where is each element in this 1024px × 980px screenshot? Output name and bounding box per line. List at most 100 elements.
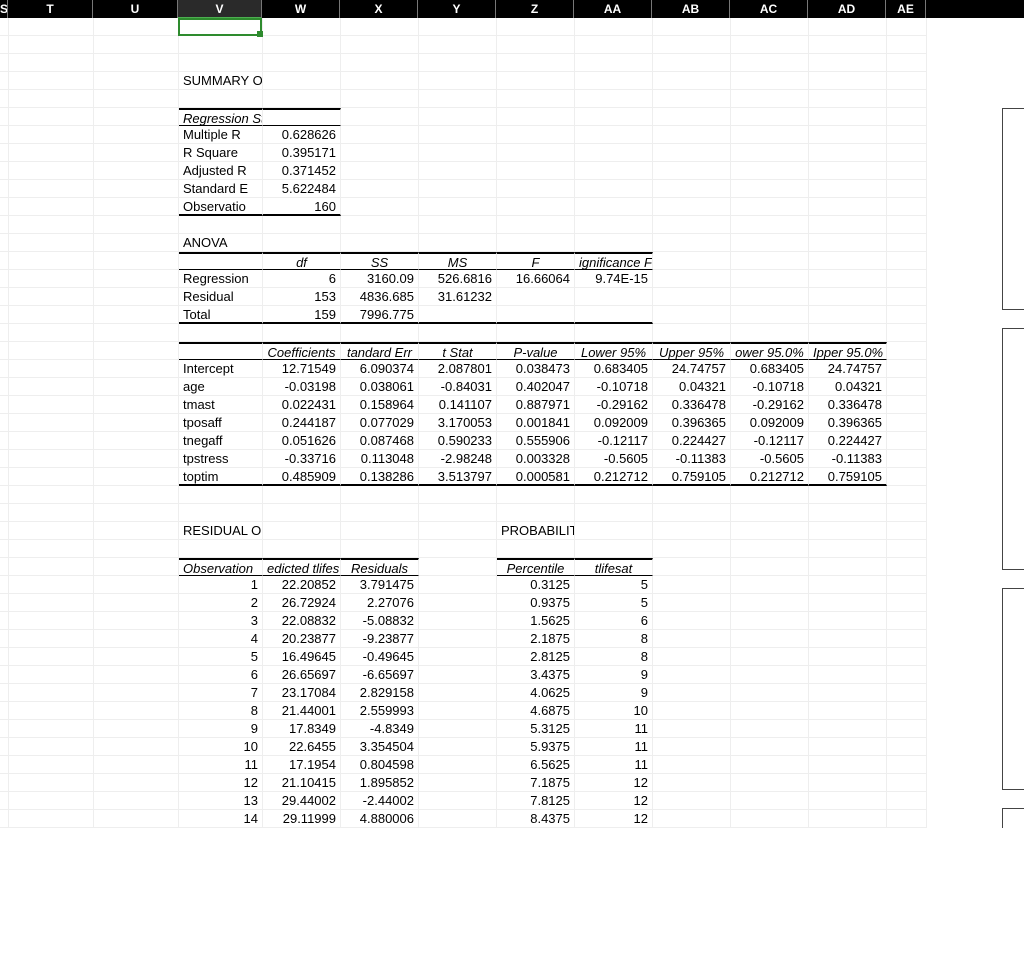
cell-x[interactable] xyxy=(341,486,419,504)
cell-ac[interactable] xyxy=(731,306,809,324)
cell-ae[interactable] xyxy=(887,432,927,450)
cell-ae[interactable] xyxy=(887,792,927,810)
stat-value[interactable]: 0.395171 xyxy=(263,144,341,162)
cell-z[interactable] xyxy=(497,54,575,72)
cell-ae[interactable] xyxy=(887,594,927,612)
coef-name[interactable]: age xyxy=(179,378,263,396)
cell-y[interactable] xyxy=(419,198,497,216)
cell-ac[interactable] xyxy=(731,234,809,252)
cell-ae[interactable] xyxy=(887,774,927,792)
resid-pred[interactable]: 26.65697 xyxy=(263,666,341,684)
cell-ad[interactable] xyxy=(809,486,887,504)
resid-resid[interactable]: -9.23877 xyxy=(341,630,419,648)
cell-aa[interactable] xyxy=(575,90,653,108)
cell-s[interactable] xyxy=(0,522,9,540)
cell-s[interactable] xyxy=(0,648,9,666)
cell-u[interactable] xyxy=(94,18,179,36)
cell-t[interactable] xyxy=(9,270,94,288)
cell-aa[interactable] xyxy=(575,522,653,540)
cell-ac[interactable] xyxy=(731,558,809,576)
resid-resid[interactable]: 3.354504 xyxy=(341,738,419,756)
cell-x[interactable] xyxy=(341,216,419,234)
resid-pred[interactable]: 26.72924 xyxy=(263,594,341,612)
coef-l95b[interactable]: -0.5605 xyxy=(731,450,809,468)
cell-ac[interactable] xyxy=(731,666,809,684)
resid-pred[interactable]: 16.49645 xyxy=(263,648,341,666)
prob-tlifesat[interactable]: 9 xyxy=(575,684,653,702)
cell-t[interactable] xyxy=(9,684,94,702)
cell-aa[interactable] xyxy=(575,324,653,342)
cell-t[interactable] xyxy=(9,162,94,180)
col-u[interactable]: U xyxy=(93,0,178,18)
cell-z[interactable] xyxy=(497,72,575,90)
resid-obs[interactable]: 12 xyxy=(179,774,263,792)
col-w[interactable]: W xyxy=(262,0,340,18)
coef-l95[interactable]: -0.12117 xyxy=(575,432,653,450)
cell-s[interactable] xyxy=(0,738,9,756)
cell-ae[interactable] xyxy=(887,108,927,126)
coef-h-lower95[interactable]: Lower 95% xyxy=(575,342,653,360)
cell-ad[interactable] xyxy=(809,216,887,234)
chart-shape-2[interactable] xyxy=(1002,328,1024,570)
cell-v[interactable] xyxy=(179,54,263,72)
cell-aa[interactable] xyxy=(575,54,653,72)
coef-p[interactable]: 0.555906 xyxy=(497,432,575,450)
prob-percentile[interactable]: 2.8125 xyxy=(497,648,575,666)
cell-t[interactable] xyxy=(9,324,94,342)
cell-w[interactable] xyxy=(263,504,341,522)
cell-t[interactable] xyxy=(9,756,94,774)
resid-obs[interactable]: 10 xyxy=(179,738,263,756)
resid-pred[interactable]: 22.6455 xyxy=(263,738,341,756)
resid-h-pred[interactable]: edicted tlifes xyxy=(263,558,341,576)
cell-u[interactable] xyxy=(94,378,179,396)
cell-s[interactable] xyxy=(0,108,9,126)
cell-t[interactable] xyxy=(9,468,94,486)
cell-ad[interactable] xyxy=(809,90,887,108)
cell-t[interactable] xyxy=(9,18,94,36)
prob-percentile[interactable]: 5.3125 xyxy=(497,720,575,738)
resid-obs[interactable]: 14 xyxy=(179,810,263,828)
resid-resid[interactable]: -2.44002 xyxy=(341,792,419,810)
cell-u[interactable] xyxy=(94,144,179,162)
cell-ae[interactable] xyxy=(887,306,927,324)
cell-ac[interactable] xyxy=(731,756,809,774)
cell-ac[interactable] xyxy=(731,522,809,540)
prob-tlifesat[interactable]: 8 xyxy=(575,648,653,666)
cell-z[interactable] xyxy=(497,540,575,558)
cell-y[interactable] xyxy=(419,234,497,252)
cell-u[interactable] xyxy=(94,612,179,630)
cell-ab[interactable] xyxy=(653,612,731,630)
col-t[interactable]: T xyxy=(8,0,93,18)
anova-df[interactable]: 159 xyxy=(263,306,341,324)
cell-ac[interactable] xyxy=(731,324,809,342)
resid-pred[interactable]: 17.1954 xyxy=(263,756,341,774)
anova-sig[interactable]: 9.74E-15 xyxy=(575,270,653,288)
prob-percentile[interactable]: 4.6875 xyxy=(497,702,575,720)
cell-ae[interactable] xyxy=(887,468,927,486)
anova-ms[interactable]: 31.61232 xyxy=(419,288,497,306)
resid-resid[interactable]: 0.804598 xyxy=(341,756,419,774)
col-ac[interactable]: AC xyxy=(730,0,808,18)
cell-x[interactable] xyxy=(341,144,419,162)
cell-ad[interactable] xyxy=(809,612,887,630)
cell-y[interactable] xyxy=(419,576,497,594)
resid-resid[interactable]: 2.27076 xyxy=(341,594,419,612)
resid-pred[interactable]: 20.23877 xyxy=(263,630,341,648)
cell-u[interactable] xyxy=(94,450,179,468)
resid-obs[interactable]: 5 xyxy=(179,648,263,666)
resid-resid[interactable]: -5.08832 xyxy=(341,612,419,630)
anova-row-name[interactable]: Total xyxy=(179,306,263,324)
cell-ae[interactable] xyxy=(887,360,927,378)
coef-t[interactable]: 2.087801 xyxy=(419,360,497,378)
resid-resid[interactable]: -4.8349 xyxy=(341,720,419,738)
cell-ab[interactable] xyxy=(653,54,731,72)
cell-ae[interactable] xyxy=(887,342,927,360)
cell-ac[interactable] xyxy=(731,684,809,702)
cell-t[interactable] xyxy=(9,90,94,108)
anova-ss[interactable]: 3160.09 xyxy=(341,270,419,288)
cell-ac[interactable] xyxy=(731,576,809,594)
cell-ab[interactable] xyxy=(653,594,731,612)
cell-t[interactable] xyxy=(9,594,94,612)
cell-ae[interactable] xyxy=(887,720,927,738)
coef-se[interactable]: 6.090374 xyxy=(341,360,419,378)
